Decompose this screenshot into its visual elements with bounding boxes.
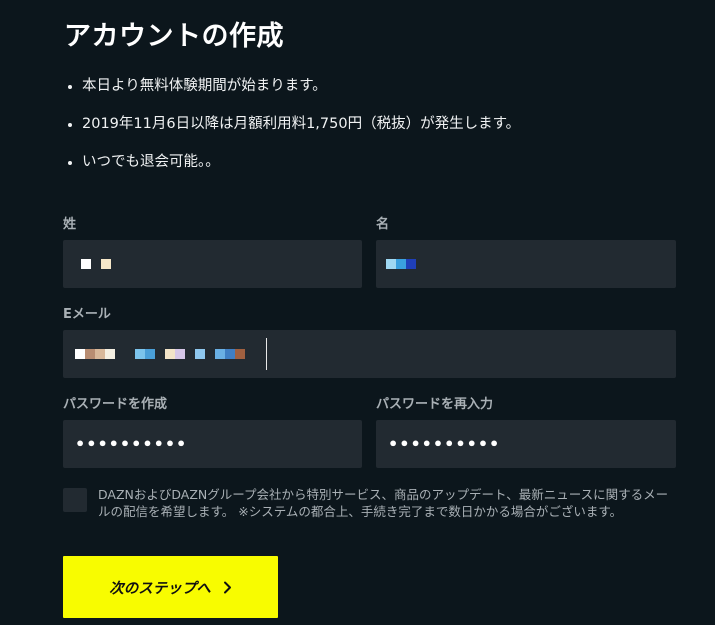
newsletter-consent-text: DAZNおよびDAZNグループ会社から特別サービス、商品のアップデート、最新ニュ… [98,487,669,519]
redacted-value [386,259,416,269]
newsletter-checkbox[interactable] [63,488,87,512]
first-name-label: 名 [376,217,390,232]
password-confirm-input[interactable]: •••••••••• [376,420,676,468]
password-label: パスワードを作成 [63,397,168,412]
next-step-label: 次のステップへ [109,580,211,597]
next-step-button[interactable]: 次のステップへ [63,556,278,618]
password-input[interactable]: •••••••••• [63,420,362,468]
last-name-input[interactable] [63,240,362,288]
benefit-item: 本日より無料体験期間が始まります。 [64,72,520,110]
benefits-list: 本日より無料体験期間が始まります。 2019年11月6日以降は月額利用料1,75… [64,72,520,186]
text-cursor [266,338,267,370]
email-label: Eメール [63,307,111,322]
email-input[interactable] [63,330,676,378]
password-confirm-label: パスワードを再入力 [376,397,494,412]
redacted-value [75,349,245,359]
last-name-label: 姓 [63,217,77,232]
create-account-page: アカウントの作成 本日より無料体験期間が始まります。 2019年11月6日以降は… [0,0,715,625]
benefit-item: いつでも退会可能。。 [64,148,520,186]
first-name-input[interactable] [376,240,676,288]
password-confirm-mask: •••••••••• [388,434,501,454]
password-mask: •••••••••• [75,434,188,454]
benefit-item: 2019年11月6日以降は月額利用料1,750円（税抜）が発生します。 [64,110,520,148]
redacted-value [81,259,111,269]
chevron-right-icon [223,581,232,594]
page-title: アカウントの作成 [64,21,284,52]
